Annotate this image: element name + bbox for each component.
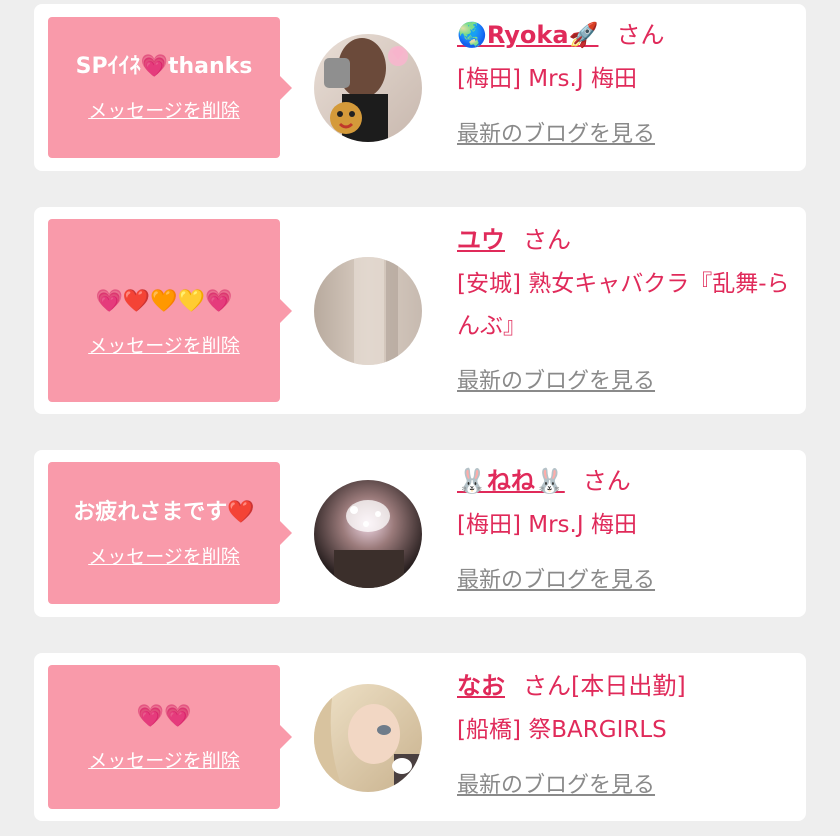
avatar-photo [314, 257, 422, 365]
user-info: 🐰ねね🐰 さん [梅田] Mrs.J 梅田 最新のブログを見る [457, 464, 797, 594]
name-line: なお さん[本日出勤] [457, 669, 797, 703]
message-bubble: 💗💗 メッセージを削除 [48, 665, 292, 809]
avatar-photo [314, 684, 422, 792]
latest-blog-link[interactable]: 最新のブログを見る [457, 116, 797, 148]
latest-blog-link[interactable]: 最新のブログを見る [457, 363, 797, 395]
latest-blog-link[interactable]: 最新のブログを見る [457, 767, 797, 799]
delete-message-link[interactable]: メッセージを削除 [88, 331, 240, 358]
status-extra: [本日出勤] [571, 672, 686, 700]
avatar[interactable] [314, 480, 422, 588]
shop-name: [梅田] Mrs.J 梅田 [457, 66, 637, 92]
message-bubble: お疲れさまです❤️ メッセージを削除 [48, 462, 292, 604]
shop-name: [安城] 熟女キャバクラ『乱舞-らんぶ』 [457, 271, 790, 339]
message-text: お疲れさまです❤️ [73, 499, 255, 525]
user-info: なお さん[本日出勤] [船橋] 祭BARGIRLS 最新のブログを見る [457, 669, 797, 799]
delete-message-link[interactable]: メッセージを削除 [88, 96, 240, 123]
user-info: ユウ さん [安城] 熟女キャバクラ『乱舞-らんぶ』 最新のブログを見る [457, 223, 797, 395]
avatar-photo [314, 34, 422, 142]
honorific: さん [582, 467, 631, 495]
name-line: 🌏Ryoka🚀 さん [457, 18, 797, 52]
delete-message-link[interactable]: メッセージを削除 [88, 542, 240, 569]
user-name-link[interactable]: 🐰ねね🐰 [457, 467, 565, 495]
avatar[interactable] [314, 34, 422, 142]
user-name-link[interactable]: 🌏Ryoka🚀 [457, 21, 598, 49]
message-list: SPｲｲﾈ💗thanks メッセージを削除 🌏Ryoka🚀 さん [梅田] Mr… [0, 0, 840, 836]
latest-blog-link[interactable]: 最新のブログを見る [457, 562, 797, 594]
avatar[interactable] [314, 257, 422, 365]
user-name-link[interactable]: なお [457, 672, 505, 700]
honorific: さん [523, 672, 571, 700]
avatar[interactable] [314, 684, 422, 792]
message-text: SPｲｲﾈ💗thanks [75, 54, 253, 79]
message-bubble: SPｲｲﾈ💗thanks メッセージを削除 [48, 17, 292, 158]
message-card: お疲れさまです❤️ メッセージを削除 🐰ねね🐰 さん [梅田] Mrs.J 梅田… [34, 450, 806, 617]
user-name-link[interactable]: ユウ [457, 226, 505, 254]
delete-message-link[interactable]: メッセージを削除 [88, 746, 240, 773]
name-line: 🐰ねね🐰 さん [457, 464, 797, 498]
message-bubble: 💗❤️🧡💛💗 メッセージを削除 [48, 219, 292, 402]
message-text: 💗💗 [136, 703, 192, 729]
honorific: さん [616, 21, 665, 49]
honorific: さん [523, 226, 571, 254]
user-info: 🌏Ryoka🚀 さん [梅田] Mrs.J 梅田 最新のブログを見る [457, 18, 797, 148]
shop-name: [梅田] Mrs.J 梅田 [457, 512, 637, 538]
message-card: 💗💗 メッセージを削除 なお さん[本日出勤] [船橋] 祭BARGIRLS 最… [34, 653, 806, 821]
message-card: SPｲｲﾈ💗thanks メッセージを削除 🌏Ryoka🚀 さん [梅田] Mr… [34, 4, 806, 171]
message-card: 💗❤️🧡💛💗 メッセージを削除 ユウ さん [安城] 熟女キャバクラ『乱舞-らん… [34, 207, 806, 414]
shop-name: [船橋] 祭BARGIRLS [457, 717, 667, 743]
message-text: 💗❤️🧡💛💗 [95, 289, 233, 314]
avatar-photo [314, 480, 422, 588]
name-line: ユウ さん [457, 223, 797, 257]
